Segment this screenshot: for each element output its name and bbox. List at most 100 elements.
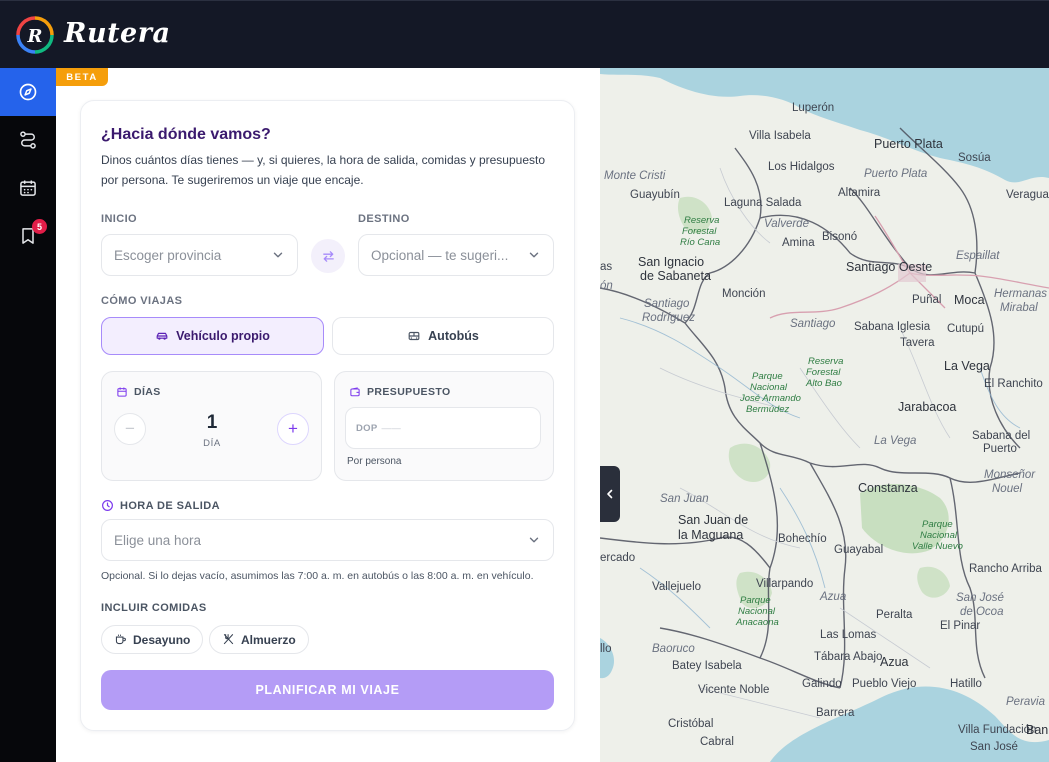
- map-label-moca: Moca: [954, 293, 985, 307]
- map-label-cercado: ercado: [600, 552, 635, 564]
- map-canvas[interactable]: Luperón Villa Isabela Puerto Plata Sosúa…: [600, 68, 1049, 762]
- saved-count-badge: 5: [32, 219, 47, 234]
- map-label-parque-anacaona-3: Anacaona: [735, 617, 779, 628]
- sidebar-item-calendar[interactable]: [0, 164, 56, 212]
- compass-icon: [19, 83, 37, 101]
- calendar-icon: [20, 180, 36, 196]
- map-label-reserva-alto-bao-2: Forestal: [806, 367, 841, 378]
- departure-placeholder: Elige una hora: [114, 532, 202, 548]
- map-label-guayabal: Guayabal: [834, 544, 883, 556]
- utensils-icon: [223, 634, 234, 645]
- map-label-azua-prov: Azua: [819, 591, 846, 603]
- rutera-logo-icon[interactable]: R: [16, 15, 54, 55]
- destination-select[interactable]: Opcional — te sugeri...: [358, 234, 554, 276]
- map-label-san-juan-prov: San Juan: [660, 493, 709, 505]
- map-label-san-juan-maguana-1: San Juan de: [678, 513, 748, 527]
- map-label-azua: Azua: [880, 655, 909, 669]
- map-label-bohechio: Bohechío: [778, 533, 827, 545]
- sidebar-item-saved[interactable]: 5: [0, 212, 56, 260]
- map-label-santiago-rodriguez-2: Rodríguez: [642, 312, 695, 324]
- days-increment-button[interactable]: +: [277, 413, 309, 445]
- map-label-la-vega: La Vega: [944, 359, 990, 373]
- map-label-laguna-salada: Laguna Salada: [724, 197, 802, 209]
- days-box: DÍAS − 1 DÍA +: [101, 371, 322, 481]
- map-label-parque-valle-nuevo-3: Valle Nuevo: [912, 541, 963, 552]
- map-label-veragua: Veragua: [1006, 189, 1049, 201]
- map-label-sabana-iglesia: Sabana Iglesia: [854, 321, 931, 333]
- map-label-reserva-alto-bao-1: Reserva: [808, 356, 843, 367]
- map-label-villarpando: Villarpando: [756, 578, 813, 590]
- map-label-vallejuelo: Vallejuelo: [652, 581, 701, 593]
- map-label-left-on: ón: [600, 280, 613, 292]
- map-label-reserva-rio-cana-3: Río Cana: [680, 237, 720, 248]
- map-label-baoruco: Baoruco: [652, 643, 695, 655]
- sidebar-item-routes[interactable]: [0, 116, 56, 164]
- route-icon: [20, 131, 36, 149]
- beta-badge: BETA: [56, 68, 108, 86]
- map-label-sosua: Sosúa: [958, 152, 991, 164]
- map-label-los-hidalgos: Los Hidalgos: [768, 161, 835, 173]
- map-label-san-ignacio-2: de Sabaneta: [640, 269, 711, 283]
- destination-label: DESTINO: [358, 213, 410, 225]
- map-label-parque-armando-3: José Armando: [739, 393, 801, 404]
- page-subtitle: Dinos cuántos días tienes — y, si quiere…: [101, 153, 546, 187]
- map-label-punal: Puñal: [912, 294, 941, 306]
- map-label-monte-cristi: Monte Cristi: [604, 170, 666, 182]
- map-label-barrera: Barrera: [816, 707, 855, 719]
- map-label-jarabacoa: Jarabacoa: [898, 400, 956, 414]
- map-label-santiago-prov: Santiago: [790, 318, 836, 330]
- meals-label: INCLUIR COMIDAS: [101, 602, 207, 614]
- departure-time-select[interactable]: Elige una hora: [101, 519, 554, 561]
- map-label-monsenor-1: Monseñor: [984, 469, 1036, 481]
- budget-input[interactable]: DOP ——: [345, 407, 541, 449]
- start-label: INICIO: [101, 213, 138, 225]
- map-label-puerto-plata-prov: Puerto Plata: [864, 168, 927, 180]
- map-label-parque-valle-nuevo-2: Nacional: [920, 530, 958, 541]
- chevron-down-icon: [273, 252, 283, 258]
- map-label-parque-valle-nuevo-1: Parque: [922, 519, 953, 530]
- map-label-peralta: Peralta: [876, 609, 913, 621]
- logo-letter: R: [27, 26, 43, 47]
- map-label-moncion: Monción: [722, 288, 765, 300]
- sidebar-item-explore[interactable]: [0, 68, 56, 116]
- budget-label: PRESUPUESTO: [349, 386, 451, 398]
- map-label-santiago-rodriguez-1: Santiago: [644, 298, 690, 310]
- app-name: Rutera: [64, 18, 171, 49]
- wallet-icon: [350, 387, 360, 397]
- collapse-panel-button[interactable]: [600, 466, 620, 522]
- top-bar: R Rutera: [0, 0, 1049, 68]
- mode-bus-button[interactable]: Autobús: [332, 317, 554, 355]
- currency-code: DOP: [356, 422, 378, 434]
- days-label: DÍAS: [116, 386, 161, 398]
- map-label-valverde: Valverde: [764, 218, 809, 230]
- per-person-note: Por persona: [347, 456, 402, 467]
- map-label-tabara-abajo: Tábara Abajo: [814, 651, 882, 663]
- mode-bus-label: Autobús: [428, 329, 479, 343]
- map-label-espaillat: Espaillat: [956, 250, 1000, 262]
- destination-placeholder: Opcional — te sugeri...: [371, 247, 509, 263]
- mode-own-vehicle-button[interactable]: Vehículo propio: [101, 317, 324, 355]
- meal-lunch-chip[interactable]: Almuerzo: [209, 625, 309, 654]
- mode-own-vehicle-label: Vehículo propio: [176, 329, 270, 343]
- budget-box: PRESUPUESTO DOP —— Por persona: [334, 371, 554, 481]
- map-label-villa-isabela: Villa Isabela: [749, 130, 811, 142]
- map-label-san-juan-maguana-2: la Maguana: [678, 528, 743, 542]
- map-view[interactable]: Luperón Villa Isabela Puerto Plata Sosúa…: [600, 68, 1049, 762]
- sidebar: 5: [0, 68, 56, 762]
- map-label-parque-anacaona-1: Parque: [740, 595, 771, 606]
- map-label-tavera: Tavera: [900, 337, 935, 349]
- planner-card: ¿Hacia dónde vamos? Dinos cuántos días t…: [80, 100, 575, 731]
- map-label-san-jose-ocoa-2: de Ocoa: [960, 606, 1003, 618]
- map-label-reserva-alto-bao-3: Alto Bao: [805, 378, 842, 389]
- map-label-reserva-rio-cana-1: Reserva: [684, 215, 719, 226]
- map-label-cabral: Cabral: [700, 736, 734, 748]
- map-label-altamira: Altamira: [838, 187, 881, 199]
- map-label-peravia: Peravia: [1006, 696, 1045, 708]
- map-label-san-jose: San José: [970, 741, 1018, 753]
- swap-button[interactable]: [311, 239, 345, 273]
- meal-breakfast-chip[interactable]: Desayuno: [101, 625, 204, 654]
- plan-trip-button[interactable]: PLANIFICAR MI VIAJE: [101, 670, 554, 710]
- start-province-select[interactable]: Escoger provincia: [101, 234, 298, 276]
- map-label-left-as: as: [600, 261, 612, 273]
- calendar-small-icon: [117, 387, 127, 397]
